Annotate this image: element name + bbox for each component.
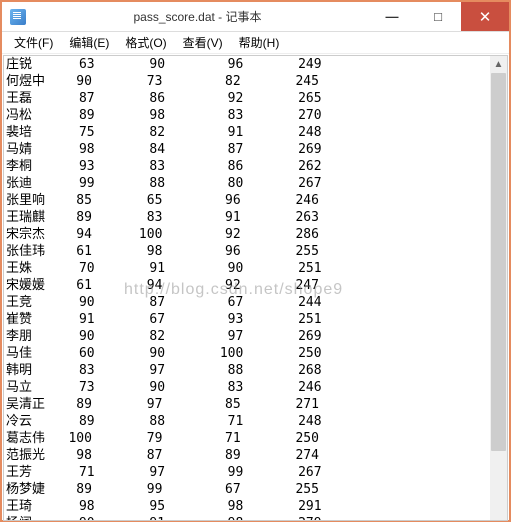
scroll-thumb[interactable]	[491, 73, 506, 451]
minimize-button[interactable]: —	[369, 2, 415, 31]
window-controls: — □ ✕	[369, 2, 509, 31]
notepad-icon	[10, 9, 26, 25]
scroll-track[interactable]	[490, 73, 507, 503]
titlebar: pass_score.dat - 记事本 — □ ✕	[2, 2, 509, 32]
menu-file[interactable]: 文件(F)	[6, 32, 61, 53]
text-content[interactable]: 庄锐 63 90 96 249 何煜中 90 73 82 245 王磊 87 8…	[4, 56, 507, 521]
menu-edit[interactable]: 编辑(E)	[61, 32, 117, 53]
close-button[interactable]: ✕	[461, 2, 509, 31]
menubar: 文件(F) 编辑(E) 格式(O) 查看(V) 帮助(H)	[2, 32, 509, 54]
vertical-scrollbar[interactable]: ▲ ▼	[490, 56, 507, 520]
menu-format[interactable]: 格式(O)	[117, 32, 174, 53]
menu-help[interactable]: 帮助(H)	[231, 32, 288, 53]
scroll-up-button[interactable]: ▲	[490, 56, 507, 73]
menu-view[interactable]: 查看(V)	[175, 32, 231, 53]
editor-area: 庄锐 63 90 96 249 何煜中 90 73 82 245 王磊 87 8…	[3, 55, 508, 521]
maximize-button[interactable]: □	[415, 2, 461, 31]
window-title: pass_score.dat - 记事本	[26, 8, 369, 25]
